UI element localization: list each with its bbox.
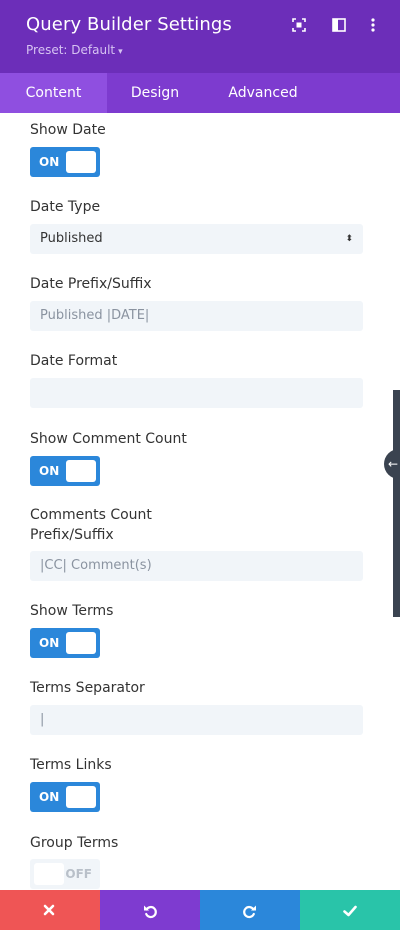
- terms-links-toggle[interactable]: ON: [30, 782, 100, 812]
- date-format-input[interactable]: [30, 378, 363, 408]
- date-prefix-input[interactable]: Published |DATE|: [30, 301, 363, 331]
- toggle-knob: [34, 863, 64, 885]
- toggle-knob: [66, 460, 96, 482]
- arrow-left-icon: ←: [388, 457, 399, 471]
- tab-bar: Content Design Advanced: [0, 73, 400, 113]
- preset-label: Preset: Default: [26, 43, 116, 57]
- show-terms-label: Show Terms: [30, 603, 114, 619]
- comments-prefix-label-line1: Comments Count: [30, 507, 152, 523]
- caret-down-icon: ▾: [118, 47, 123, 57]
- settings-panel: Show Date ON Date Type Published ⬍ Date …: [0, 113, 400, 890]
- terms-separator-input[interactable]: |: [30, 705, 363, 735]
- panel-resize-rail[interactable]: [393, 390, 400, 617]
- group-terms-toggle[interactable]: OFF: [30, 859, 100, 889]
- undo-icon: [144, 905, 157, 919]
- save-button[interactable]: [300, 890, 400, 930]
- preset-dropdown[interactable]: Preset: Default ▾: [26, 43, 123, 57]
- redo-icon: [243, 905, 256, 919]
- show-comment-count-label: Show Comment Count: [30, 431, 187, 447]
- group-terms-label: Group Terms: [30, 835, 119, 851]
- show-date-label: Show Date: [30, 122, 106, 138]
- undo-button[interactable]: [100, 890, 200, 930]
- modal-title: Query Builder Settings: [26, 14, 232, 35]
- tab-advanced[interactable]: Advanced: [203, 73, 323, 113]
- date-type-select[interactable]: Published ⬍: [30, 224, 363, 254]
- tab-design[interactable]: Design: [107, 73, 203, 113]
- toggle-state: ON: [39, 636, 60, 650]
- close-icon: [43, 904, 55, 916]
- cancel-button[interactable]: [0, 890, 100, 930]
- settings-header: Query Builder Settings Preset: Default ▾: [0, 0, 400, 73]
- toggle-state: ON: [39, 790, 60, 804]
- select-arrows-icon: ⬍: [345, 234, 353, 244]
- tab-content[interactable]: Content: [0, 73, 107, 113]
- toggle-knob: [66, 786, 96, 808]
- terms-separator-label: Terms Separator: [30, 680, 145, 696]
- date-format-label: Date Format: [30, 353, 118, 369]
- show-date-toggle[interactable]: ON: [30, 147, 100, 177]
- redo-button[interactable]: [200, 890, 300, 930]
- date-type-value: Published: [40, 231, 103, 246]
- terms-links-label: Terms Links: [30, 757, 112, 773]
- toggle-state: ON: [39, 155, 60, 169]
- focus-icon[interactable]: [291, 17, 307, 33]
- date-type-label: Date Type: [30, 199, 101, 215]
- toggle-state: OFF: [65, 867, 92, 881]
- toggle-knob: [66, 151, 96, 173]
- check-icon: [343, 905, 357, 917]
- toggle-state: ON: [39, 464, 60, 478]
- toggle-knob: [66, 632, 96, 654]
- comments-prefix-input[interactable]: |CC| Comment(s): [30, 551, 363, 581]
- split-view-icon[interactable]: [331, 17, 347, 33]
- show-comment-count-toggle[interactable]: ON: [30, 456, 100, 486]
- comments-prefix-label-line2: Prefix/Suffix: [30, 527, 114, 543]
- more-icon[interactable]: [365, 17, 381, 33]
- date-prefix-label: Date Prefix/Suffix: [30, 276, 152, 292]
- action-bar: [0, 890, 400, 930]
- show-terms-toggle[interactable]: ON: [30, 628, 100, 658]
